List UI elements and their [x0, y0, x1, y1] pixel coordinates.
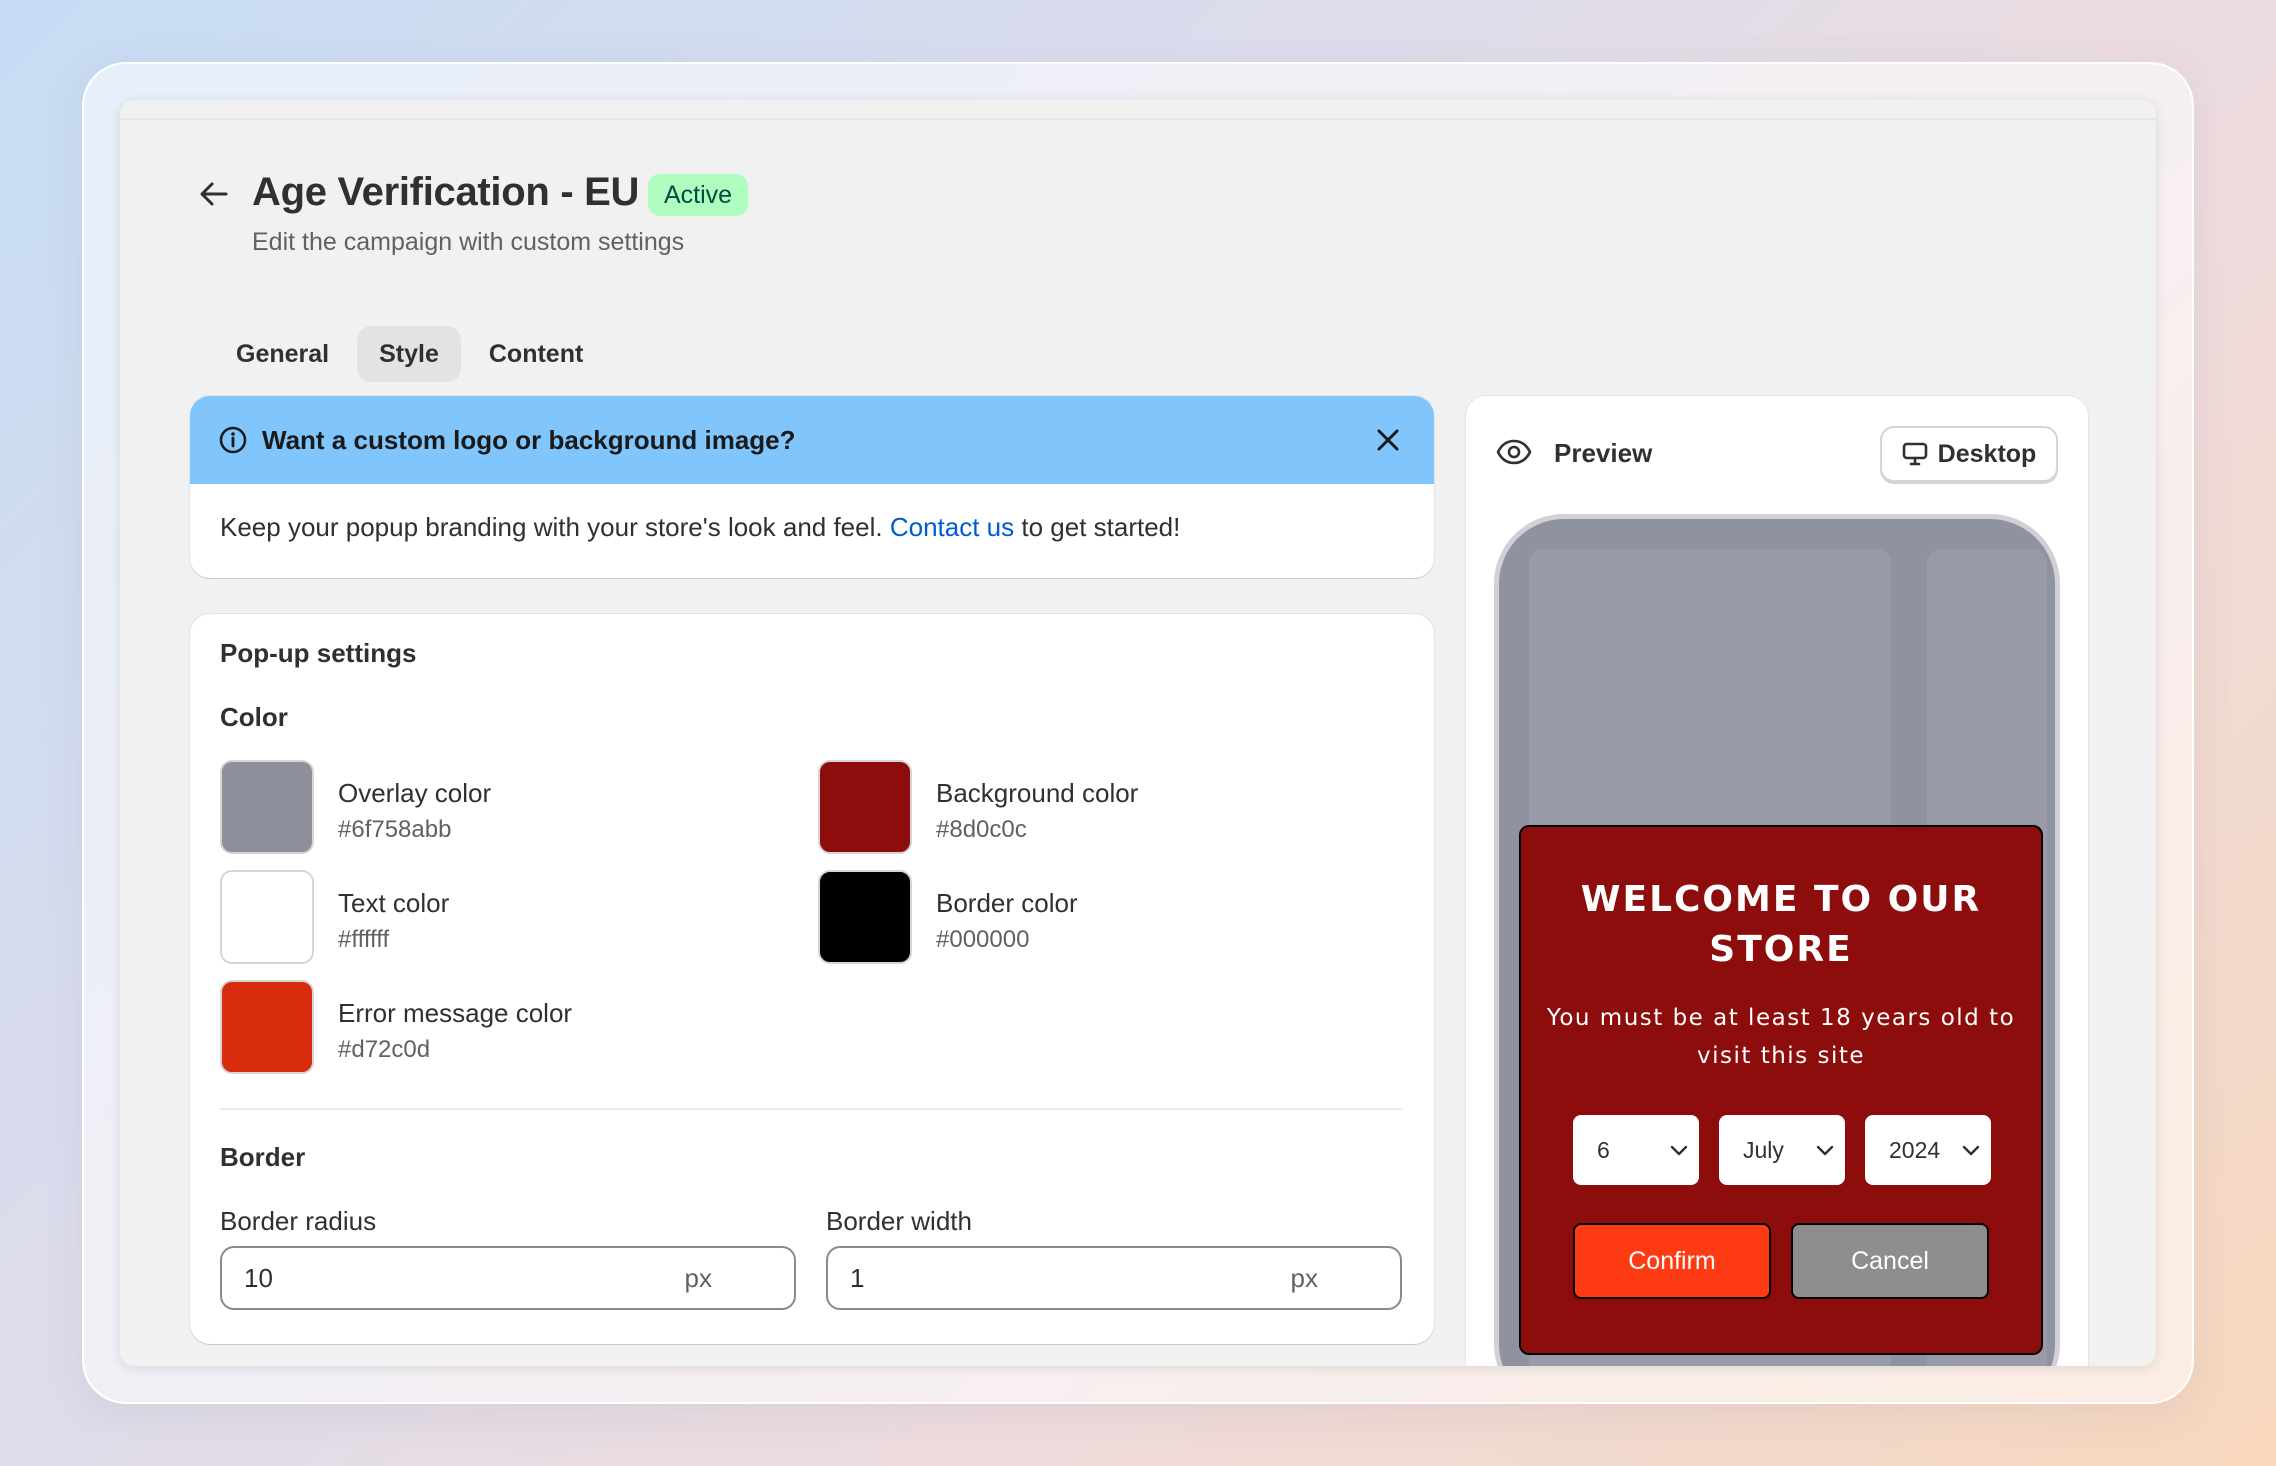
- banner-text: Keep your popup branding with your store…: [220, 512, 890, 542]
- border-color-swatch[interactable]: [818, 870, 912, 964]
- border-width-value: 1: [850, 1262, 865, 1293]
- tab-content[interactable]: Content: [467, 326, 605, 382]
- year-value: 2024: [1889, 1136, 1941, 1163]
- preview-title: Preview: [1554, 438, 1653, 468]
- month-select[interactable]: July: [1719, 1115, 1845, 1185]
- tab-general[interactable]: General: [214, 326, 351, 382]
- background-color-label: Background color: [936, 778, 1139, 808]
- error-color-value: #d72c0d: [338, 1036, 431, 1063]
- border-width-input[interactable]: 1 px: [826, 1246, 1402, 1310]
- text-color-value: #ffffff: [338, 926, 390, 953]
- border-radius-label: Border radius: [220, 1206, 377, 1236]
- page-subtitle: Edit the campaign with custom settings: [252, 228, 685, 256]
- overlay-color-label: Overlay color: [338, 778, 492, 808]
- banner-header: Want a custom logo or background image?: [190, 396, 1434, 484]
- overlay-color-swatch[interactable]: [220, 760, 314, 854]
- year-select[interactable]: 2024: [1865, 1115, 1991, 1185]
- border-radius-input[interactable]: 10 px: [220, 1246, 796, 1310]
- border-radius-value: 10: [244, 1262, 273, 1293]
- age-verification-popup: WELCOME TO OUR STORE You must be at leas…: [1519, 825, 2043, 1355]
- device-label: Desktop: [1937, 439, 2037, 468]
- popup-title: WELCOME TO OUR STORE: [1580, 879, 1982, 970]
- day-select[interactable]: 6: [1573, 1115, 1699, 1185]
- tab-style[interactable]: Style: [357, 326, 461, 382]
- info-banner: Want a custom logo or background image? …: [190, 396, 1434, 578]
- banner-text-end: to get started!: [1014, 512, 1181, 542]
- border-color-value: #000000: [936, 926, 1030, 953]
- eye-icon: [1496, 439, 1532, 465]
- preview-card: Preview Desktop WELCOME TO OUR STORE You…: [1466, 396, 2088, 1366]
- section-divider: [220, 1108, 1402, 1110]
- page-title: Age Verification - EU: [252, 170, 640, 214]
- window-top-divider: [120, 118, 2156, 120]
- contact-us-link[interactable]: Contact us: [890, 512, 1014, 542]
- popup-settings-card: Pop-up settings Color Overlay color #6f7…: [190, 614, 1434, 1344]
- chevron-down-icon: [1659, 1138, 1699, 1162]
- banner-body: Keep your popup branding with your store…: [190, 484, 1434, 571]
- banner-title: Want a custom logo or background image?: [262, 424, 796, 455]
- device-toggle-button[interactable]: Desktop: [1880, 426, 2058, 482]
- background-color-swatch[interactable]: [818, 760, 912, 854]
- desktop-icon: [1902, 442, 1927, 466]
- status-badge: Active: [648, 174, 749, 216]
- text-color-label: Text color: [338, 888, 450, 918]
- day-value: 6: [1597, 1136, 1610, 1163]
- tab-bar: General Style Content: [214, 326, 605, 382]
- border-radius-unit: px: [684, 1262, 712, 1293]
- cancel-button[interactable]: Cancel: [1791, 1223, 1989, 1299]
- month-value: July: [1743, 1136, 1784, 1163]
- app-window: Age Verification - EU Active Edit the ca…: [120, 100, 2156, 1366]
- back-arrow-icon[interactable]: [196, 176, 232, 212]
- text-color-swatch[interactable]: [220, 870, 314, 964]
- error-color-swatch[interactable]: [220, 980, 314, 1074]
- border-width-label: Border width: [826, 1206, 972, 1236]
- popup-text: You must be at least 18 years old to vis…: [1546, 1005, 2016, 1069]
- phone-frame: WELCOME TO OUR STORE You must be at leas…: [1494, 514, 2060, 1366]
- settings-title: Pop-up settings: [220, 638, 417, 668]
- info-icon: [219, 426, 247, 454]
- close-icon[interactable]: [1372, 424, 1404, 456]
- background-color-value: #8d0c0c: [936, 816, 1027, 843]
- confirm-button[interactable]: Confirm: [1573, 1223, 1771, 1299]
- border-color-label: Border color: [936, 888, 1078, 918]
- color-heading: Color: [220, 702, 288, 732]
- border-heading: Border: [220, 1142, 306, 1172]
- overlay-color-value: #6f758abb: [338, 816, 452, 843]
- chevron-down-icon: [1805, 1138, 1845, 1162]
- border-width-unit: px: [1290, 1262, 1318, 1293]
- error-color-label: Error message color: [338, 998, 573, 1028]
- chevron-down-icon: [1951, 1138, 1991, 1162]
